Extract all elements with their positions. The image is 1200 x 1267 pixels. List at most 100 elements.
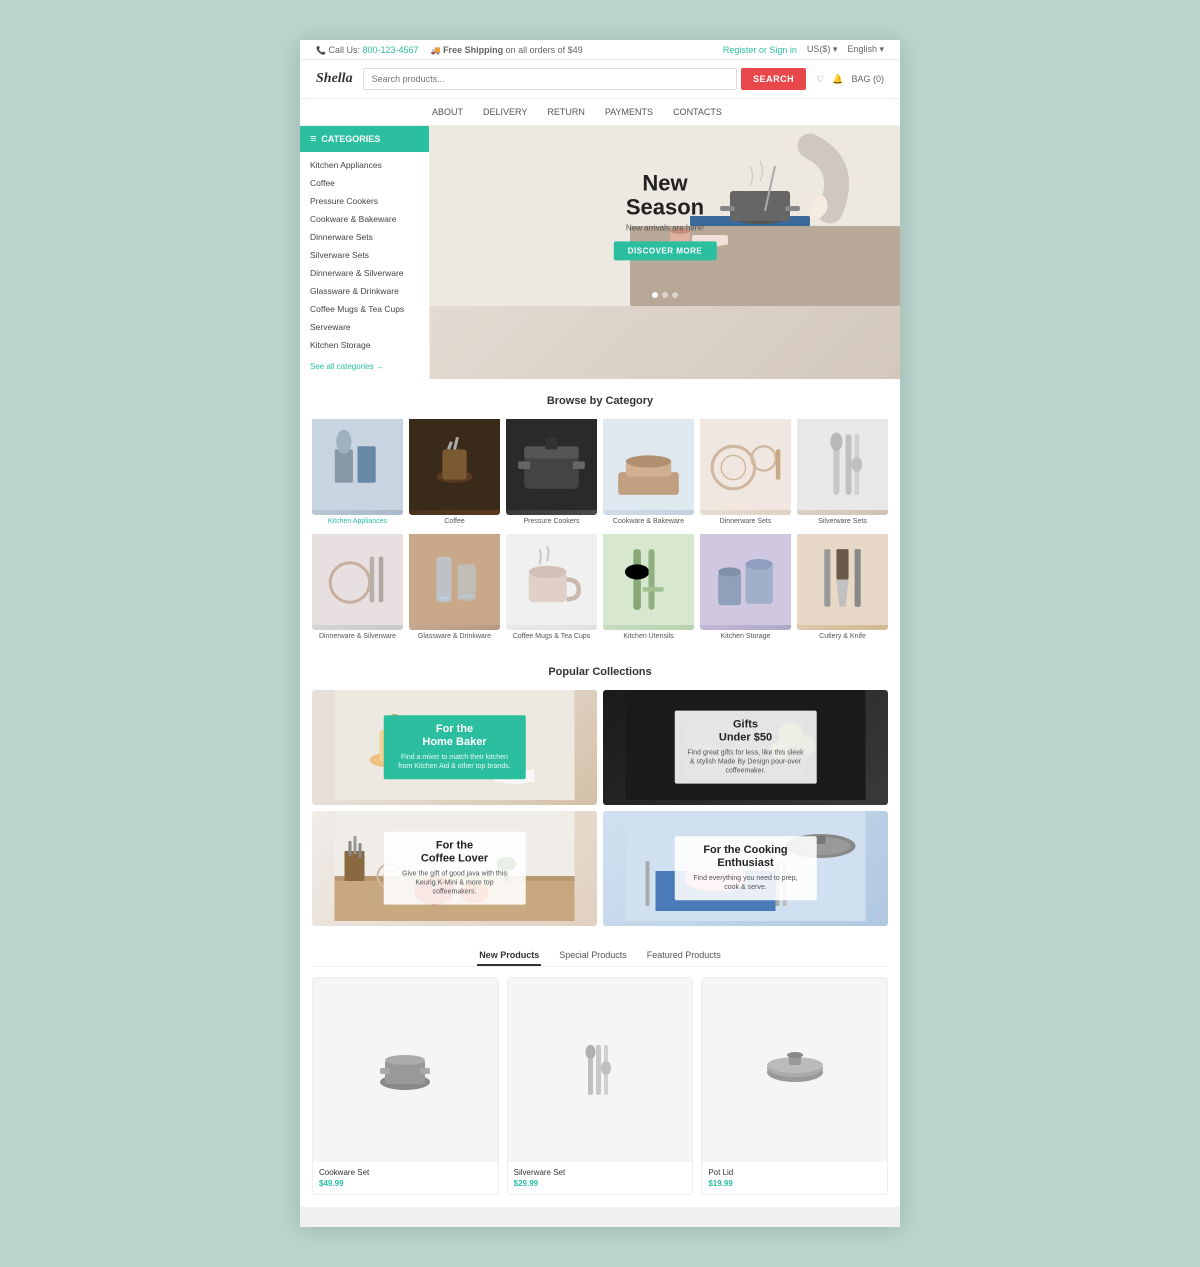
collection-cooking-overlay: For the CookingEnthusiast Find everythin…: [674, 837, 817, 901]
menu-icon: ≡: [310, 133, 316, 145]
product-info-1: Cookware Set $49.99: [313, 1162, 498, 1194]
sidebar-item-dinnerware-silverware[interactable]: Dinnerware & Silverware: [300, 264, 429, 282]
cat-img-pressure-cookers: [506, 419, 597, 515]
products-tabs: New Products Special Products Featured P…: [312, 946, 888, 967]
cat-kitchen-appliances[interactable]: Kitchen Appliances: [312, 419, 403, 526]
search-button[interactable]: SEARCH: [741, 68, 806, 90]
hero-subtitle: New arrivals are here!: [614, 224, 717, 233]
cat-pressure-cookers[interactable]: Pressure Cookers: [506, 419, 597, 526]
product-name-3: Pot Lid: [708, 1168, 881, 1177]
cat-label-kitchen-appliances: Kitchen Appliances: [312, 518, 403, 526]
sidebar-item-coffee-mugs-tea-cups[interactable]: Coffee Mugs & Tea Cups: [300, 300, 429, 318]
notification-icon[interactable]: 🔔: [832, 74, 843, 85]
hero-dot-3[interactable]: [672, 292, 678, 298]
cat-cutlery-knife[interactable]: Cutlery & Knife: [797, 534, 888, 641]
sidebar-item-glassware-drinkware[interactable]: Glassware & Drinkware: [300, 282, 429, 300]
cat-cookware-bakeware[interactable]: Cookware & Bakeware: [603, 419, 694, 526]
see-all-categories[interactable]: See all categories →: [300, 358, 429, 379]
cat-label-kitchen-utensils: Kitchen Utensils: [603, 633, 694, 641]
top-bar: Call Us: 800-123-4567 Free Shipping on a…: [300, 40, 900, 60]
page-footer-spacer: [300, 1207, 900, 1227]
sidebar-item-kitchen-storage[interactable]: Kitchen Storage: [300, 336, 429, 354]
cat-kitchen-storage[interactable]: Kitchen Storage: [700, 534, 791, 641]
product-img-2: [508, 978, 693, 1163]
sidebar: ≡ CATEGORIES Kitchen Appliances Coffee P…: [300, 126, 430, 379]
product-img-3: [702, 978, 887, 1163]
sidebar-item-silverware-sets[interactable]: Silverware Sets: [300, 246, 429, 264]
search-bar: SEARCH: [363, 68, 807, 90]
tab-featured-products[interactable]: Featured Products: [645, 946, 723, 966]
cat-dinnerware-silverware[interactable]: Dinnerware & Silverware: [312, 534, 403, 641]
cat-dinnerware-sets[interactable]: Dinnerware Sets: [700, 419, 791, 526]
cat-coffee[interactable]: Coffee: [409, 419, 500, 526]
nav-delivery[interactable]: DELIVERY: [481, 99, 529, 125]
collection-cooking-title: For the CookingEnthusiast: [686, 845, 805, 871]
collection-home-baker-title: For theHome Baker: [395, 724, 514, 750]
collection-coffee-title: For theCoffee Lover: [395, 840, 514, 866]
product-card-3[interactable]: Pot Lid $19.99: [701, 977, 888, 1196]
nav-payments[interactable]: PAYMENTS: [603, 99, 655, 125]
cart-icon[interactable]: BAG (0): [851, 74, 884, 84]
product-info-2: Silverware Set $29.99: [508, 1162, 693, 1194]
cat-img-dinnerware-silverware: [312, 534, 403, 630]
main-content: ≡ CATEGORIES Kitchen Appliances Coffee P…: [300, 126, 900, 379]
hero-dot-1[interactable]: [652, 292, 658, 298]
tab-special-products[interactable]: Special Products: [557, 946, 629, 966]
language-selector[interactable]: English ▾: [847, 44, 884, 55]
nav-contacts[interactable]: CONTACTS: [671, 99, 724, 125]
collection-gifts-under-50[interactable]: GiftsUnder $50 Find great gifts for less…: [603, 690, 888, 805]
cat-coffee-mugs-tea-cups[interactable]: Coffee Mugs & Tea Cups: [506, 534, 597, 641]
cat-img-kitchen-storage: [700, 534, 791, 630]
top-bar-right: Register or Sign in US($) ▾ English ▾: [723, 44, 884, 55]
cat-glassware-drinkware[interactable]: Glassware & Drinkware: [409, 534, 500, 641]
category-grid: Kitchen Appliances Coffee Pressure Cooke…: [312, 419, 888, 526]
register-link[interactable]: Register or Sign in: [723, 45, 797, 55]
phone-link[interactable]: 800-123-4567: [363, 45, 419, 55]
top-bar-left: Call Us: 800-123-4567 Free Shipping on a…: [316, 45, 583, 55]
discover-more-button[interactable]: DISCOVER MORE: [614, 242, 717, 261]
tab-new-products[interactable]: New Products: [477, 946, 541, 966]
cat-label-glassware-drinkware: Glassware & Drinkware: [409, 633, 500, 641]
collection-coffee-lover[interactable]: For theCoffee Lover Give the gift of goo…: [312, 811, 597, 926]
cat-kitchen-utensils[interactable]: Kitchen Utensils: [603, 534, 694, 641]
sidebar-item-coffee[interactable]: Coffee: [300, 174, 429, 192]
collection-home-baker[interactable]: For theHome Baker Find a mixer to match …: [312, 690, 597, 805]
products-grid: Cookware Set $49.99 Sil: [312, 977, 888, 1196]
product-name-2: Silverware Set: [514, 1168, 687, 1177]
hero-background: New Season New arrivals are here! DISCOV…: [430, 126, 900, 306]
product-card-1[interactable]: Cookware Set $49.99: [312, 977, 499, 1196]
sidebar-item-serveware[interactable]: Serveware: [300, 318, 429, 336]
cat-silverware-sets[interactable]: Silverware Sets: [797, 419, 888, 526]
collection-gifts-desc: Find great gifts for less, like this sle…: [686, 748, 805, 775]
hero-dot-2[interactable]: [662, 292, 668, 298]
product-price-1: $49.99: [319, 1179, 492, 1188]
sidebar-item-kitchen-appliances[interactable]: Kitchen Appliances: [300, 156, 429, 174]
search-input[interactable]: [363, 68, 738, 90]
sidebar-item-cookware-bakeware[interactable]: Cookware & Bakeware: [300, 210, 429, 228]
collection-cooking-desc: Find everything you need to prep, cook &…: [686, 874, 805, 892]
hero-content: New Season New arrivals are here! DISCOV…: [614, 171, 717, 260]
cat-img-kitchen-utensils: [603, 534, 694, 630]
nav-about[interactable]: ABOUT: [430, 99, 465, 125]
product-name-1: Cookware Set: [319, 1168, 492, 1177]
cat-img-silverware-sets: [797, 419, 888, 515]
logo[interactable]: Shella: [316, 71, 353, 87]
currency-selector[interactable]: US($) ▾: [807, 44, 838, 55]
cat-img-kitchen-appliances: [312, 419, 403, 515]
phone-info: Call Us: 800-123-4567: [316, 45, 419, 55]
cat-label-silverware-sets: Silverware Sets: [797, 518, 888, 526]
collection-coffee-overlay: For theCoffee Lover Give the gift of goo…: [383, 832, 526, 905]
sidebar-item-dinnerware-sets[interactable]: Dinnerware Sets: [300, 228, 429, 246]
cat-label-pressure-cookers: Pressure Cookers: [506, 518, 597, 526]
sidebar-item-pressure-cookers[interactable]: Pressure Cookers: [300, 192, 429, 210]
collection-home-baker-overlay: For theHome Baker Find a mixer to match …: [383, 716, 526, 780]
cat-label-dinnerware-sets: Dinnerware Sets: [700, 518, 791, 526]
product-card-2[interactable]: Silverware Set $29.99: [507, 977, 694, 1196]
browse-section: Browse by Category Kitchen Appliances Co…: [300, 379, 900, 650]
cat-img-coffee-mugs-tea-cups: [506, 534, 597, 630]
collection-cooking-enthusiast[interactable]: For the CookingEnthusiast Find everythin…: [603, 811, 888, 926]
wishlist-icon[interactable]: ♡: [816, 74, 824, 85]
header-icons: ♡ 🔔 BAG (0): [816, 74, 884, 85]
nav-return[interactable]: RETURN: [545, 99, 587, 125]
cat-label-cookware-bakeware: Cookware & Bakeware: [603, 518, 694, 526]
